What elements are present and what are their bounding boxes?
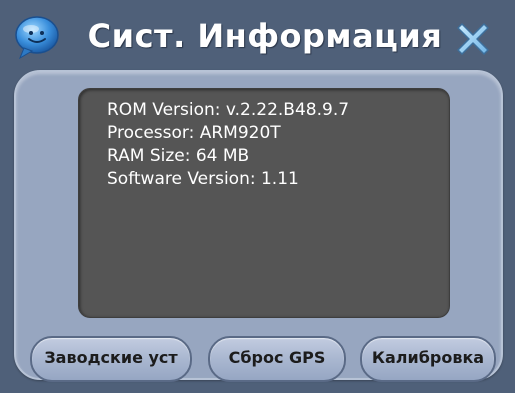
chat-bubble-icon: [15, 16, 59, 60]
system-info-box: ROM Version: v.2.22.B48.9.7 Processor: A…: [78, 88, 450, 318]
processor-text: Processor: ARM920T: [107, 123, 281, 143]
header: Сист. Информация: [0, 0, 515, 78]
calibration-button[interactable]: Калибровка: [360, 336, 496, 382]
reset-gps-button[interactable]: Сброс GPS: [208, 336, 346, 382]
software-version-text: Software Version: 1.11: [107, 169, 299, 189]
factory-settings-button[interactable]: Заводские уст: [30, 336, 192, 382]
window-title: Сист. Информация: [87, 17, 443, 55]
rom-version-text: ROM Version: v.2.22.B48.9.7: [107, 100, 350, 120]
close-icon[interactable]: [450, 16, 496, 62]
ram-size-text: RAM Size: 64 MB: [107, 146, 250, 166]
